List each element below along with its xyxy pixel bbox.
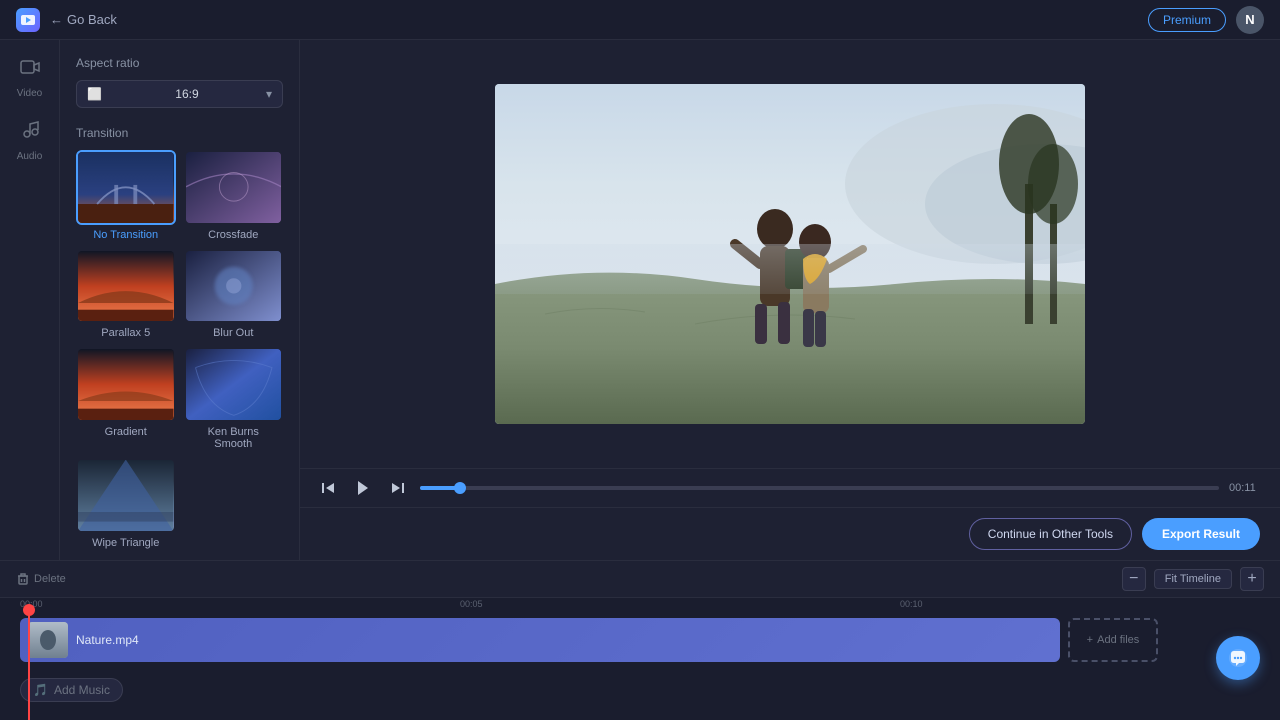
timeline-ruler: 00:00 00:05 00:10 [0, 598, 1280, 610]
preview-area: 00:11 Continue in Other Tools Export Res… [300, 40, 1280, 560]
user-avatar[interactable]: N [1236, 6, 1264, 34]
sidebar-icons: Video Audio [0, 40, 60, 560]
left-panel: Aspect ratio ⬜ 16:9 ▾ Transition [60, 40, 300, 560]
go-back-label: Go Back [67, 12, 117, 27]
transition-thumb-gradient [76, 347, 176, 422]
add-music-label: Add Music [54, 683, 110, 697]
transition-item-parallax5[interactable]: Parallax 5 [76, 249, 176, 340]
action-bar: Continue in Other Tools Export Result [300, 507, 1280, 560]
continue-button[interactable]: Continue in Other Tools [969, 518, 1132, 550]
progress-thumb [454, 482, 466, 494]
timeline-playhead [28, 610, 30, 720]
add-music-button[interactable]: 🎵 Add Music [20, 678, 123, 702]
timeline-header: Delete − Fit Timeline + [0, 561, 1280, 598]
aspect-ratio-title: Aspect ratio [76, 56, 283, 70]
timeline-zoom-in-button[interactable]: + [1240, 567, 1264, 591]
transition-thumb-wipe-triangle [76, 458, 176, 533]
transition-label-gradient: Gradient [105, 426, 147, 438]
app-icon [16, 8, 40, 32]
aspect-ratio-icon: ⬜ [87, 87, 102, 101]
transition-label-crossfade: Crossfade [208, 229, 258, 241]
transition-label-wipe-triangle: Wipe Triangle [92, 537, 159, 549]
go-back-button[interactable]: ← Go Back [50, 12, 117, 27]
video-icon [19, 56, 41, 84]
add-files-button[interactable]: + Add files [1068, 618, 1158, 662]
transition-label-parallax5: Parallax 5 [101, 327, 150, 339]
transition-item-no-transition[interactable]: No Transition [76, 150, 176, 241]
sidebar-item-audio-label: Audio [17, 151, 43, 162]
ruler-mark-10: 00:10 [900, 599, 923, 609]
audio-icon [18, 119, 40, 147]
clip-thumbnail [28, 622, 68, 658]
chevron-down-icon: ▾ [266, 87, 272, 101]
audio-track: 🎵 Add Music [20, 668, 1260, 712]
transition-title: Transition [76, 126, 283, 140]
chat-fab-button[interactable] [1216, 636, 1260, 680]
sidebar-item-audio[interactable]: Audio [17, 119, 43, 162]
transition-item-gradient[interactable]: Gradient [76, 347, 176, 450]
add-files-plus-icon: + [1087, 634, 1093, 646]
transition-thumb-parallax5 [76, 249, 176, 324]
skip-back-button[interactable] [316, 478, 340, 498]
video-track: Nature.mp4 + Add files [20, 618, 1260, 662]
timeline-zoom-out-button[interactable]: − [1122, 567, 1146, 591]
timeline-area: Delete − Fit Timeline + 00:00 00:05 00:1… [0, 560, 1280, 720]
topbar-left: ← Go Back [16, 8, 117, 32]
timeline-controls-right: − Fit Timeline + [1122, 567, 1264, 591]
skip-forward-button[interactable] [386, 478, 410, 498]
export-button[interactable]: Export Result [1142, 518, 1260, 550]
transition-item-ken-burns-smooth[interactable]: Ken BurnsSmooth [184, 347, 284, 450]
play-button[interactable] [350, 477, 376, 499]
video-still [495, 84, 1085, 424]
transition-thumb-no-transition [76, 150, 176, 225]
progress-bar[interactable] [420, 486, 1219, 490]
transition-thumb-blur-out [184, 249, 284, 324]
aspect-ratio-value: 16:9 [175, 87, 198, 101]
timeline-tracks: Nature.mp4 + Add files 🎵 Add Music [0, 610, 1280, 720]
delete-label: Delete [34, 573, 66, 585]
clip-name: Nature.mp4 [76, 633, 139, 647]
go-back-arrow-icon: ← [50, 12, 63, 27]
main-content: Video Audio Aspect ratio ⬜ 16:9 ▾ Transi… [0, 40, 1280, 560]
controls-bar: 00:11 [300, 468, 1280, 507]
transition-label-no-transition: No Transition [93, 229, 158, 241]
transition-item-blur-out[interactable]: Blur Out [184, 249, 284, 340]
sidebar-item-video-label: Video [17, 88, 42, 99]
topbar: ← Go Back Premium N [0, 0, 1280, 40]
transition-grid: No Transition [76, 150, 283, 549]
video-preview [495, 84, 1085, 424]
transition-item-wipe-triangle[interactable]: Wipe Triangle [76, 458, 176, 549]
video-preview-container [300, 40, 1280, 468]
delete-button[interactable]: Delete [16, 572, 66, 586]
add-files-label: Add files [1097, 634, 1139, 646]
video-clip[interactable]: Nature.mp4 [20, 618, 1060, 662]
transition-thumb-ken-burns-smooth [184, 347, 284, 422]
premium-button[interactable]: Premium [1148, 8, 1226, 32]
transition-label-ken-burns-smooth: Ken BurnsSmooth [208, 426, 259, 450]
timeline-fit-button[interactable]: Fit Timeline [1154, 569, 1232, 589]
transition-thumb-crossfade [184, 150, 284, 225]
aspect-ratio-select[interactable]: ⬜ 16:9 ▾ [76, 80, 283, 108]
transition-label-blur-out: Blur Out [213, 327, 253, 339]
time-display: 00:11 [1229, 482, 1264, 494]
transition-item-crossfade[interactable]: Crossfade [184, 150, 284, 241]
sidebar-item-video[interactable]: Video [17, 56, 42, 99]
topbar-right: Premium N [1148, 6, 1264, 34]
ruler-mark-5: 00:05 [460, 599, 483, 609]
music-icon: 🎵 [33, 683, 48, 697]
